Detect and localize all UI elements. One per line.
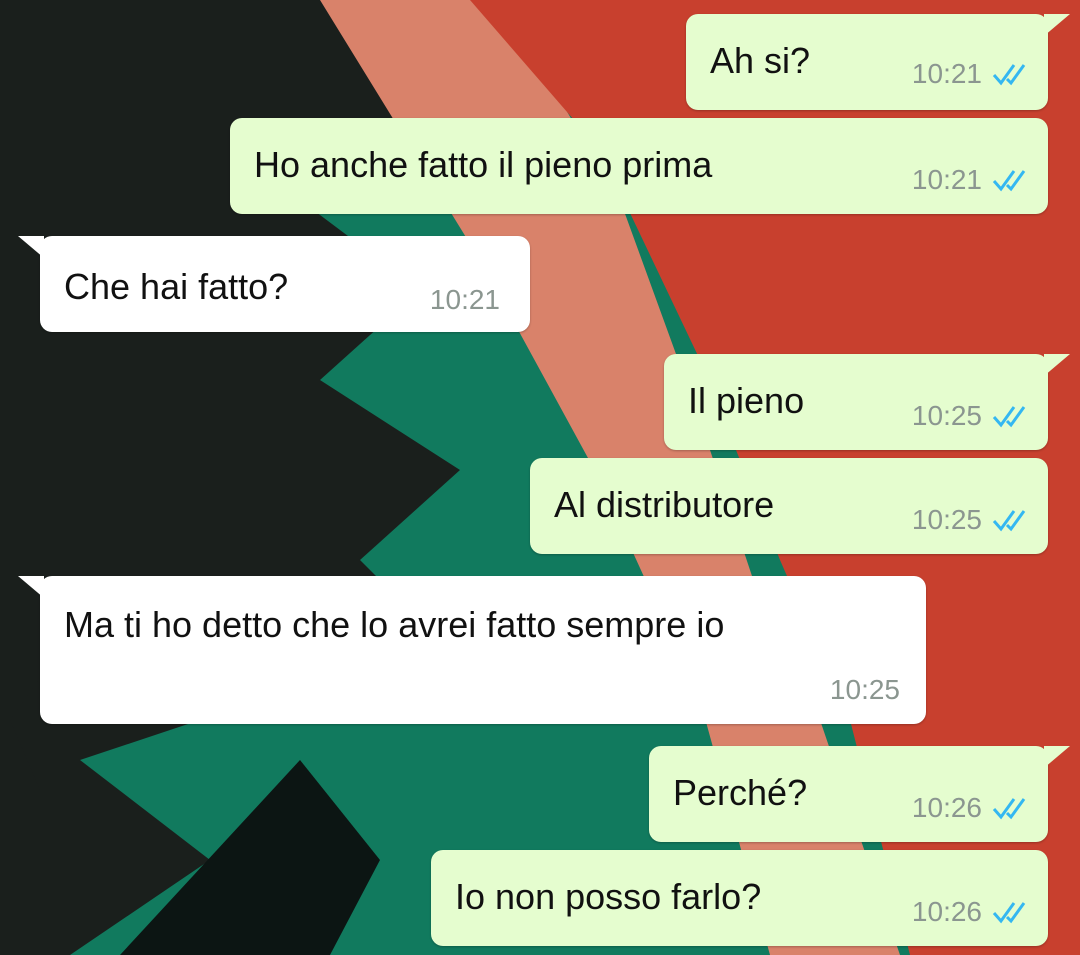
message-text: Io non posso farlo? xyxy=(455,876,762,917)
double-check-icon xyxy=(992,64,1026,86)
message-text: Ho anche fatto il pieno prima xyxy=(254,144,713,185)
message-meta: 10:26 xyxy=(912,896,1028,928)
double-check-icon xyxy=(992,170,1026,192)
bubble-tail xyxy=(1044,14,1070,36)
bubble-tail xyxy=(1044,746,1070,768)
message-time: 10:21 xyxy=(911,58,982,89)
bubble-tail xyxy=(18,576,44,598)
message-meta: 10:21 xyxy=(430,284,500,316)
message-meta: 10:21 xyxy=(912,164,1028,196)
message-text: Ma ti ho detto che lo avrei fatto sempre… xyxy=(64,604,725,645)
bubble-tail xyxy=(1044,354,1070,376)
message-time: 10:21 xyxy=(911,164,982,195)
message-bubble-outgoing[interactable]: Perché? 10:26 xyxy=(649,746,1070,842)
bubble-tail xyxy=(18,236,44,258)
message-time: 10:26 xyxy=(911,792,982,823)
message-time: 10:25 xyxy=(911,400,982,431)
message-meta: 10:25 xyxy=(912,504,1028,536)
message-meta: 10:26 xyxy=(912,792,1028,824)
message-time: 10:25 xyxy=(911,504,982,535)
message-text: Il pieno xyxy=(688,380,805,421)
message-text: Che hai fatto? xyxy=(64,266,289,307)
message-meta: 10:21 xyxy=(912,58,1028,90)
message-text: Al distributore xyxy=(554,484,775,525)
message-text: Perché? xyxy=(673,772,808,813)
message-time: 10:26 xyxy=(911,896,982,927)
message-bubble-incoming[interactable]: Ma ti ho detto che lo avrei fatto sempre… xyxy=(18,576,926,724)
message-bubble-outgoing[interactable]: Il pieno 10:25 xyxy=(664,354,1070,450)
message-bubble-outgoing[interactable]: Al distributore 10:25 xyxy=(530,458,1048,554)
message-meta: 10:25 xyxy=(830,674,900,706)
message-time: 10:25 xyxy=(829,674,900,705)
message-bubble-outgoing[interactable]: Io non posso farlo? 10:26 xyxy=(431,850,1048,946)
message-meta: 10:25 xyxy=(912,400,1028,432)
double-check-icon xyxy=(992,798,1026,820)
double-check-icon xyxy=(992,510,1026,532)
message-text: Ah si? xyxy=(710,40,811,81)
double-check-icon xyxy=(992,902,1026,924)
message-bubble-outgoing[interactable]: Ho anche fatto il pieno prima 10:21 xyxy=(230,118,1048,214)
message-bubble-incoming[interactable]: Che hai fatto? 10:21 xyxy=(18,236,530,332)
double-check-icon xyxy=(992,406,1026,428)
message-bubble-outgoing[interactable]: Ah si? 10:21 xyxy=(686,14,1070,110)
message-time: 10:21 xyxy=(429,284,500,315)
